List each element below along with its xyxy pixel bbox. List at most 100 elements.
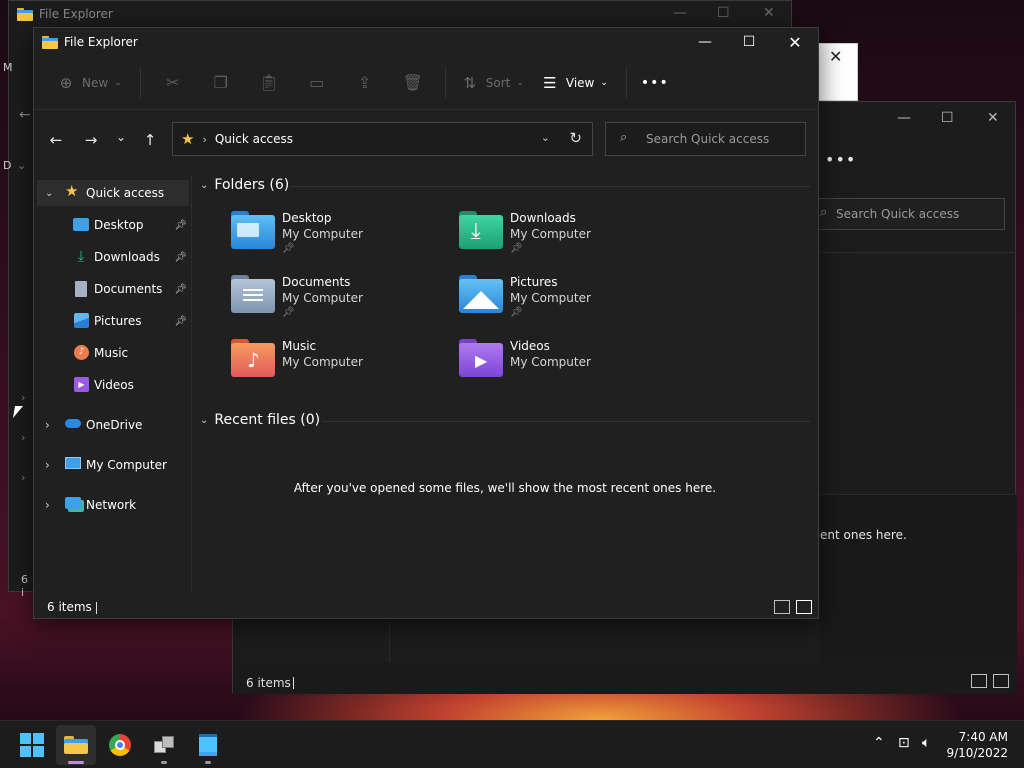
sidebar-item-label: Downloads [94,250,160,264]
taskbar: ⌃ ⊡ 🔈︎ 7:40 AM 9/10/2022 [0,720,1024,768]
taskbar-app-button[interactable] [144,725,184,765]
chevron-right-icon[interactable]: › [45,458,50,472]
file-explorer-window[interactable]: File Explorer — ☐ ✕ ⊕ New ⌄ ✂ ❐ 📋︎ ▭ ⇪ 🗑… [33,27,819,619]
taskbar-notepad-button[interactable] [188,725,228,765]
search-placeholder: Search Quick access [646,132,770,146]
details-view-icon[interactable] [971,674,987,688]
sidebar-item-my-computer[interactable]: › My Computer [37,452,189,478]
folder-tile-desktop[interactable]: Desktop My Computer 📌︎ [231,211,451,271]
more-options-button[interactable]: ••• [635,67,675,99]
minimize-icon[interactable]: — [897,110,911,126]
sort-button[interactable]: ⇅ Sort ⌄ [454,67,530,99]
view-label: View [565,75,595,90]
sidebar-item-downloads[interactable]: ⤓ Downloads 📌︎ [37,244,189,270]
folder-tile-music[interactable]: ♪ Music My Computer [231,339,451,399]
folder-location: My Computer [510,291,591,305]
divider [625,67,627,98]
breadcrumb-separator-icon: › [202,132,207,146]
navigation-row: ← → ⌄ ↑ ★ › Quick access ⌄ ↻ ⌕ Search Qu… [34,111,818,165]
folder-tile-pictures[interactable]: Pictures My Computer 📌︎ [459,275,679,335]
folder-tile-videos[interactable]: ▶ Videos My Computer [459,339,679,399]
chevron-right-icon[interactable]: › [45,418,50,432]
folder-name: Desktop [282,211,332,225]
start-button[interactable] [12,725,52,765]
delete-icon[interactable]: 🗑︎ [389,67,437,99]
sidebar-item-label: Documents [94,282,163,296]
new-button[interactable]: ⊕ New ⌄ [50,67,128,99]
maximize-icon[interactable]: ☐ [941,110,954,126]
tiles-view-icon[interactable] [796,600,812,614]
search-icon: ⌕ [620,130,628,145]
desktop-icon [73,218,89,231]
paste-icon[interactable]: 📋︎ [245,67,293,99]
maximize-icon[interactable]: ☐ [717,5,730,21]
details-view-icon[interactable] [774,600,790,614]
sidebar-item-quick-access[interactable]: ⌄ ★ Quick access [37,180,189,206]
sidebar-item-network[interactable]: › Network [37,492,189,518]
folder-tile-downloads[interactable]: ⤓ Downloads My Computer 📌︎ [459,211,679,271]
back-arrow-icon[interactable]: ← [46,131,66,149]
close-button[interactable]: ✕ [772,28,818,56]
music-icon: ♪ [74,345,89,360]
maximize-button[interactable]: ☐ [726,28,772,56]
background-status-bar [233,662,1015,694]
folder-tile-documents[interactable]: Documents My Computer 📌︎ [231,275,451,335]
divider [820,252,1016,253]
item-count: 6 items [47,600,92,614]
minimize-icon[interactable]: — [673,5,687,21]
chevron-down-icon[interactable]: ⌄ [45,188,53,199]
volume-icon[interactable]: 🔈︎ [922,735,930,751]
more-options-icon[interactable]: ••• [825,150,856,169]
show-hidden-icons-chevron-icon[interactable]: ⌃ [873,735,885,751]
folder-location: My Computer [282,355,363,369]
background-item-count: 6 items [246,676,291,690]
background-window-left-edge: M ← D ⌄ › › › 6 i [3,61,31,599]
network-status-icon[interactable]: ⊡ [898,735,910,751]
pin-icon: 📌︎ [174,251,187,263]
small-white-window[interactable]: ✕ [818,43,858,101]
close-icon[interactable]: ✕ [829,47,842,66]
pin-icon: 📌︎ [174,283,187,295]
forward-arrow-icon[interactable]: → [81,131,101,149]
chevron-right-icon: › [21,431,26,444]
download-icon: ⤓ [77,247,85,265]
folders-section-title: Folders (6) [214,177,290,193]
chevron-down-icon[interactable]: ⌄ [200,180,208,191]
taskbar-file-explorer-button[interactable] [56,725,96,765]
back-arrow-icon: ← [19,107,31,123]
background-search-input[interactable]: Search Quick access [811,198,1005,230]
folders-section-header[interactable]: ⌄ Folders (6) [200,177,289,193]
sort-label: Sort [485,75,511,90]
sidebar-item-videos[interactable]: ▶ Videos [37,372,189,398]
close-icon[interactable]: ✕ [987,110,999,126]
copy-icon[interactable]: ❐ [197,67,245,99]
up-arrow-icon[interactable]: ↑ [140,131,160,149]
tiles-view-icon[interactable] [993,674,1009,688]
recent-locations-chevron-icon[interactable]: ⌄ [111,130,131,144]
recent-files-section-header[interactable]: ⌄ Recent files (0) [200,412,320,428]
clock[interactable]: 7:40 AM 9/10/2022 [946,729,1008,761]
sidebar-item-desktop[interactable]: Desktop 📌︎ [37,212,189,238]
chevron-down-icon[interactable]: ⌄ [200,415,208,426]
status-bar: 6 items [34,594,818,618]
search-input[interactable]: ⌕ Search Quick access [605,122,806,156]
sidebar-item-pictures[interactable]: Pictures 📌︎ [37,308,189,334]
chevron-right-icon[interactable]: › [45,498,50,512]
taskbar-chrome-button[interactable] [100,725,140,765]
recent-files-empty-message: After you've opened some files, we'll sh… [293,481,717,495]
minimize-button[interactable]: — [682,28,728,56]
close-icon[interactable]: ✕ [763,5,775,21]
sidebar-item-music[interactable]: ♪ Music [37,340,189,366]
view-button[interactable]: ☰ View ⌄ [534,67,614,99]
cloud-icon [65,419,81,428]
window-title: File Explorer [64,35,138,49]
refresh-icon[interactable]: ↻ [569,129,582,147]
breadcrumb-location[interactable]: Quick access [215,132,293,146]
rename-icon[interactable]: ▭ [293,67,341,99]
address-bar[interactable]: ★ › Quick access ⌄ ↻ [172,122,593,156]
address-dropdown-icon[interactable]: ⌄ [541,131,550,144]
sidebar-item-documents[interactable]: Documents 📌︎ [37,276,189,302]
cut-icon[interactable]: ✂ [149,67,197,99]
sidebar-item-onedrive[interactable]: › OneDrive [37,412,189,438]
share-icon[interactable]: ⇪ [341,67,389,99]
